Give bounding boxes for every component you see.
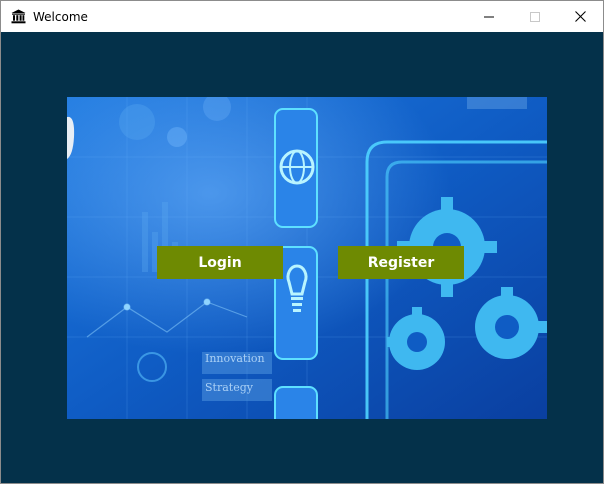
window-title: Welcome	[33, 10, 88, 24]
strategy-label: Strategy	[205, 381, 253, 394]
minimize-button[interactable]	[466, 1, 512, 32]
maximize-button[interactable]	[512, 1, 558, 32]
register-button[interactable]: Register	[338, 246, 464, 279]
innovation-label: Innovation	[205, 352, 265, 365]
welcome-window: Welcome Innovation Strategy Login Regist…	[0, 0, 604, 484]
login-button[interactable]: Login	[157, 246, 283, 279]
bank-icon	[11, 9, 26, 24]
banner-graphic	[67, 97, 547, 419]
technology-banner-image: Innovation Strategy	[67, 97, 547, 419]
minimize-icon	[484, 16, 494, 17]
maximize-icon	[530, 11, 540, 22]
title-bar[interactable]: Welcome	[1, 1, 603, 32]
close-button[interactable]	[557, 1, 603, 32]
close-icon	[574, 11, 586, 22]
client-area: Innovation Strategy Login Register	[1, 32, 603, 483]
